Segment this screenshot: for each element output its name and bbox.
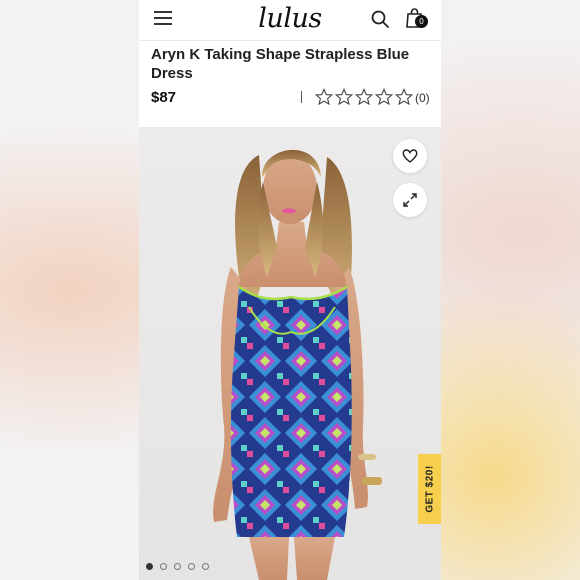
heart-icon bbox=[402, 149, 418, 163]
gallery-dot[interactable] bbox=[188, 563, 195, 570]
gallery-dot[interactable] bbox=[160, 563, 167, 570]
star-outline-icon bbox=[374, 88, 394, 106]
product-image-gallery[interactable]: GET $20! bbox=[139, 127, 441, 580]
star-outline-icon bbox=[314, 88, 334, 106]
gallery-pagination bbox=[146, 563, 209, 570]
gallery-dot[interactable] bbox=[202, 563, 209, 570]
gallery-dot[interactable] bbox=[174, 563, 181, 570]
get-20-promo-tab[interactable]: GET $20! bbox=[418, 454, 441, 524]
price-divider bbox=[301, 91, 302, 103]
bag-count-badge: 0 bbox=[415, 15, 428, 28]
favorite-button[interactable] bbox=[393, 139, 427, 173]
site-header: lulus 0 bbox=[139, 0, 441, 41]
star-outline-icon bbox=[334, 88, 354, 106]
expand-icon bbox=[403, 193, 417, 207]
star-outline-icon bbox=[354, 88, 374, 106]
site-logo[interactable]: lulus bbox=[139, 3, 441, 34]
expand-image-button[interactable] bbox=[393, 183, 427, 217]
product-title: Aryn K Taking Shape Strapless Blue Dress bbox=[151, 46, 410, 82]
promo-label: GET $20! bbox=[424, 465, 435, 513]
search-icon[interactable] bbox=[370, 9, 390, 29]
review-count[interactable]: (0) bbox=[415, 91, 430, 105]
gallery-dot[interactable] bbox=[146, 563, 153, 570]
product-price: $87 bbox=[151, 89, 177, 106]
star-outline-icon bbox=[394, 88, 414, 106]
rating-stars[interactable] bbox=[314, 88, 414, 106]
mobile-page: lulus 0 Aryn K Taking Shape Strapless Bl… bbox=[139, 0, 441, 580]
